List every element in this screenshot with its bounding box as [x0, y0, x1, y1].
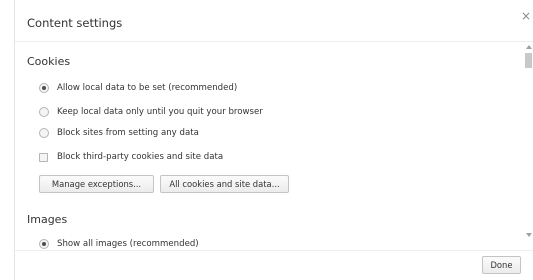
radio-button[interactable]: [39, 128, 49, 138]
dialog-title: Content settings: [27, 16, 123, 30]
manage-exceptions-button[interactable]: Manage exceptions...: [39, 175, 154, 193]
checkbox-block-third-party[interactable]: Block third-party cookies and site data: [39, 150, 223, 164]
content-settings-dialog: Content settings × Cookies Allow local d…: [14, 0, 533, 280]
vertical-scrollbar[interactable]: [523, 42, 533, 250]
footer-divider: [15, 250, 533, 251]
checkbox-label: Block third-party cookies and site data: [57, 152, 224, 162]
radio-button[interactable]: [39, 107, 49, 117]
settings-content[interactable]: Cookies Allow local data to be set (reco…: [15, 42, 523, 250]
all-cookies-button[interactable]: All cookies and site data...: [160, 175, 289, 193]
images-heading: Images: [27, 213, 68, 226]
radio-keep-local-until-quit[interactable]: Keep local data only until you quit your…: [39, 105, 263, 119]
done-button[interactable]: Done: [482, 256, 521, 274]
radio-label: Keep local data only until you quit your…: [57, 107, 263, 117]
scroll-up-arrow-icon[interactable]: [526, 45, 532, 49]
radio-block-all-data[interactable]: Block sites from setting any data: [39, 126, 199, 140]
radio-label: Show all images (recommended): [57, 239, 199, 249]
cookies-heading: Cookies: [27, 55, 71, 68]
radio-show-all-images[interactable]: Show all images (recommended): [39, 237, 199, 250]
radio-label: Block sites from setting any data: [57, 128, 199, 138]
close-icon[interactable]: ×: [520, 10, 532, 22]
radio-allow-local-data[interactable]: Allow local data to be set (recommended): [39, 81, 237, 95]
checkbox[interactable]: [39, 152, 48, 162]
radio-button-selected[interactable]: [39, 83, 49, 93]
radio-label: Allow local data to be set (recommended): [57, 83, 238, 93]
scroll-thumb[interactable]: [525, 53, 532, 68]
radio-button-selected[interactable]: [39, 239, 49, 249]
scroll-down-arrow-icon[interactable]: [526, 233, 532, 237]
